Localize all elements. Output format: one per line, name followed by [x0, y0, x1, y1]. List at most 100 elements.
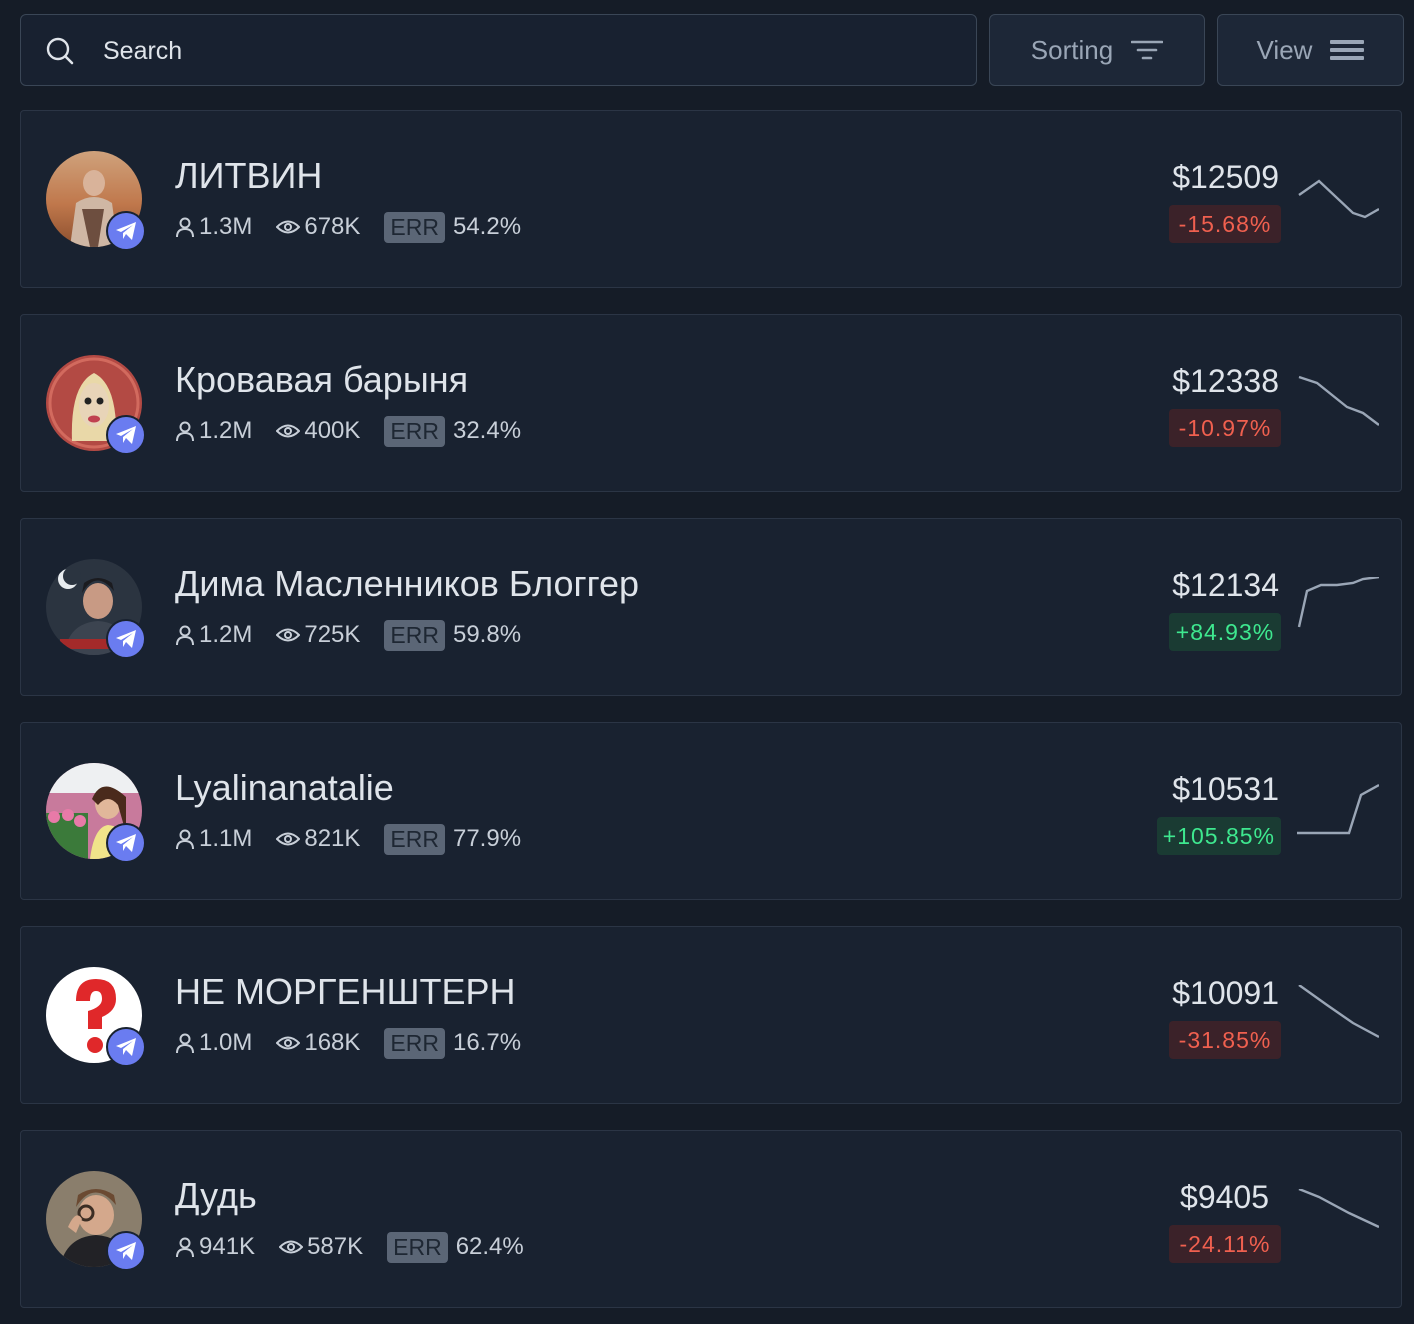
avatar[interactable] [46, 355, 146, 455]
views-count: 400K [304, 417, 361, 444]
sparkline-chart [1298, 179, 1379, 219]
err-stat: ERR 77.9% [384, 823, 522, 855]
channel-card[interactable]: НЕ МОРГЕНШТЕРН 1.0M 168K ERR 16.7% $1009… [20, 926, 1402, 1104]
avatar[interactable] [46, 1171, 146, 1271]
err-badge: ERR [384, 211, 445, 243]
user-icon [176, 421, 194, 442]
err-badge: ERR [384, 415, 445, 447]
err-value: 62.4% [455, 1233, 524, 1260]
price: $12509 [1172, 159, 1279, 195]
price: $12134 [1172, 567, 1279, 603]
user-icon [176, 829, 194, 850]
change-badge: -10.97% [1169, 409, 1281, 447]
channel-name[interactable]: Дудь [175, 1175, 257, 1217]
err-stat: ERR 62.4% [387, 1231, 524, 1263]
sorting-label: Sorting [1030, 34, 1114, 65]
user-icon [176, 217, 194, 238]
channel-stats: 1.2M 725K ERR 59.8% [175, 618, 545, 652]
sparkline-chart [1298, 1189, 1379, 1229]
sorting-button[interactable]: Sorting [989, 14, 1205, 86]
change-badge: +105.85% [1156, 817, 1281, 855]
view-button[interactable]: View [1217, 14, 1404, 86]
err-stat: ERR 32.4% [384, 415, 522, 447]
subscribers-stat: 941K [175, 1233, 255, 1261]
channel-stats: 1.2M 400K ERR 32.4% [175, 414, 545, 448]
views-stat: 725K [276, 621, 360, 649]
err-value: 59.8% [452, 621, 522, 648]
subscribers-stat: 1.3M [175, 213, 252, 241]
telegram-icon [106, 1231, 146, 1271]
views-count: 725K [304, 621, 361, 648]
subscribers-stat: 1.2M [175, 621, 252, 649]
err-value: 77.9% [452, 825, 522, 852]
err-badge: ERR [384, 823, 445, 855]
eye-icon [276, 628, 301, 642]
search-input[interactable] [101, 30, 945, 72]
telegram-icon [106, 619, 146, 659]
channel-name[interactable]: НЕ МОРГЕНШТЕРН [175, 971, 516, 1013]
err-badge: ERR [384, 619, 445, 651]
price: $9405 [1180, 1179, 1269, 1215]
sparkline-chart [1297, 577, 1379, 628]
eye-icon [276, 424, 301, 438]
subscribers-count: 1.0M [199, 1029, 253, 1056]
subscribers-count: 1.1M [199, 825, 253, 852]
avatar[interactable] [46, 151, 146, 251]
price: $12338 [1172, 363, 1279, 399]
channel-stats: 941K 587K ERR 62.4% [175, 1230, 548, 1264]
subscribers-stat: 1.2M [175, 417, 252, 445]
views-stat: 400K [276, 417, 360, 445]
subscribers-stat: 1.1M [175, 825, 252, 853]
sparkline-chart [1298, 375, 1379, 426]
avatar[interactable] [46, 967, 146, 1067]
change-badge: -31.85% [1169, 1021, 1281, 1059]
change-badge: -15.68% [1169, 205, 1281, 243]
price: $10091 [1172, 975, 1279, 1011]
eye-icon [276, 832, 301, 846]
views-count: 678K [304, 213, 361, 240]
views-count: 821K [304, 825, 361, 852]
channel-name[interactable]: Кровавая барыня [175, 359, 468, 401]
subscribers-count: 1.3M [199, 213, 253, 240]
channel-card[interactable]: Кровавая барыня 1.2M 400K ERR 32.4% $123… [20, 314, 1402, 492]
channel-card[interactable]: Дудь 941K 587K ERR 62.4% $9405 -24.11% [20, 1130, 1402, 1308]
err-badge: ERR [387, 1231, 448, 1263]
change-badge: -24.11% [1169, 1225, 1281, 1263]
telegram-icon [106, 1027, 146, 1067]
avatar[interactable] [46, 763, 146, 863]
search-icon [46, 37, 74, 65]
eye-icon [276, 1036, 301, 1050]
filter-icon [1131, 40, 1164, 60]
eye-icon [279, 1240, 304, 1254]
eye-icon [276, 220, 301, 234]
views-count: 587K [307, 1233, 364, 1260]
err-stat: ERR 54.2% [384, 211, 522, 243]
channel-stats: 1.0M 168K ERR 16.7% [175, 1026, 545, 1060]
subscribers-stat: 1.0M [175, 1029, 252, 1057]
change-badge: +84.93% [1169, 613, 1281, 651]
channel-stats: 1.1M 821K ERR 77.9% [175, 822, 545, 856]
telegram-icon [106, 415, 146, 455]
channel-card[interactable]: Lyalinanatalie 1.1M 821K ERR 77.9% $1053… [20, 722, 1402, 900]
err-stat: ERR 59.8% [384, 619, 522, 651]
avatar[interactable] [46, 559, 146, 659]
sparkline-chart [1297, 783, 1379, 835]
views-stat: 587K [279, 1233, 363, 1261]
view-label: View [1256, 34, 1313, 65]
channel-name[interactable]: Lyalinanatalie [175, 767, 394, 809]
search-box[interactable] [20, 14, 977, 86]
channel-name[interactable]: ЛИТВИН [175, 155, 322, 197]
user-icon [176, 1237, 194, 1258]
menu-icon [1330, 40, 1365, 60]
views-count: 168K [304, 1029, 361, 1056]
sparkline-chart [1298, 985, 1379, 1039]
err-badge: ERR [384, 1027, 445, 1059]
user-icon [176, 625, 194, 646]
err-value: 54.2% [452, 213, 522, 240]
telegram-icon [106, 823, 146, 863]
views-stat: 821K [276, 825, 360, 853]
err-value: 32.4% [452, 417, 522, 444]
channel-name[interactable]: Дима Масленников Блоггер [175, 563, 639, 605]
channel-card[interactable]: Дима Масленников Блоггер 1.2M 725K ERR 5… [20, 518, 1402, 696]
channel-card[interactable]: ЛИТВИН 1.3M 678K ERR 54.2% $12509 -15.68… [20, 110, 1402, 288]
